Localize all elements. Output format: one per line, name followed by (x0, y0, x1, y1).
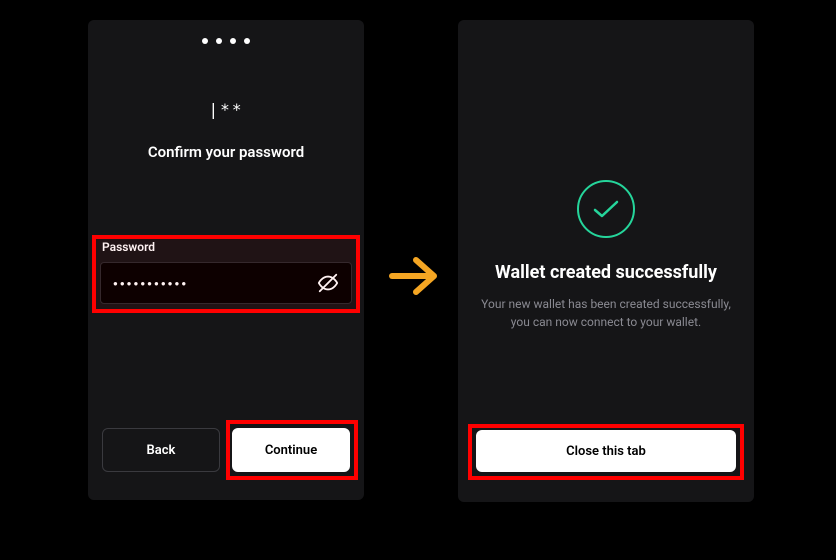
continue-button[interactable]: Continue (232, 428, 350, 472)
bottom-button-row: Back Continue (102, 428, 350, 472)
success-content: Wallet created successfully Your new wal… (458, 180, 754, 331)
password-input[interactable]: ●●●●●●●●●●● (100, 262, 352, 304)
back-button-label: Back (147, 443, 176, 458)
password-input-group: Password ●●●●●●●●●●● (100, 240, 352, 304)
password-label: Password (100, 240, 352, 254)
dot (202, 38, 208, 44)
success-title: Wallet created successfully (478, 262, 734, 283)
continue-button-label: Continue (265, 443, 317, 458)
password-mask-preview: |** (88, 100, 364, 119)
close-tab-button[interactable]: Close this tab (476, 430, 736, 472)
dot (230, 38, 236, 44)
dot (216, 38, 222, 44)
dot (244, 38, 250, 44)
password-value: ●●●●●●●●●●● (113, 279, 317, 288)
close-button-wrap: Close this tab (476, 430, 736, 472)
eye-off-icon[interactable] (317, 272, 339, 294)
confirm-password-screen: |** Confirm your password Password ●●●●●… (88, 20, 364, 500)
success-screen: Wallet created successfully Your new wal… (458, 20, 754, 502)
arrow-right-icon (388, 250, 440, 302)
success-subtitle: Your new wallet has been created success… (478, 295, 734, 331)
close-button-label: Close this tab (566, 444, 646, 459)
back-button[interactable]: Back (102, 428, 220, 472)
screen-title: Confirm your password (88, 143, 364, 161)
progress-dots (88, 20, 364, 44)
check-circle-icon (577, 180, 635, 238)
